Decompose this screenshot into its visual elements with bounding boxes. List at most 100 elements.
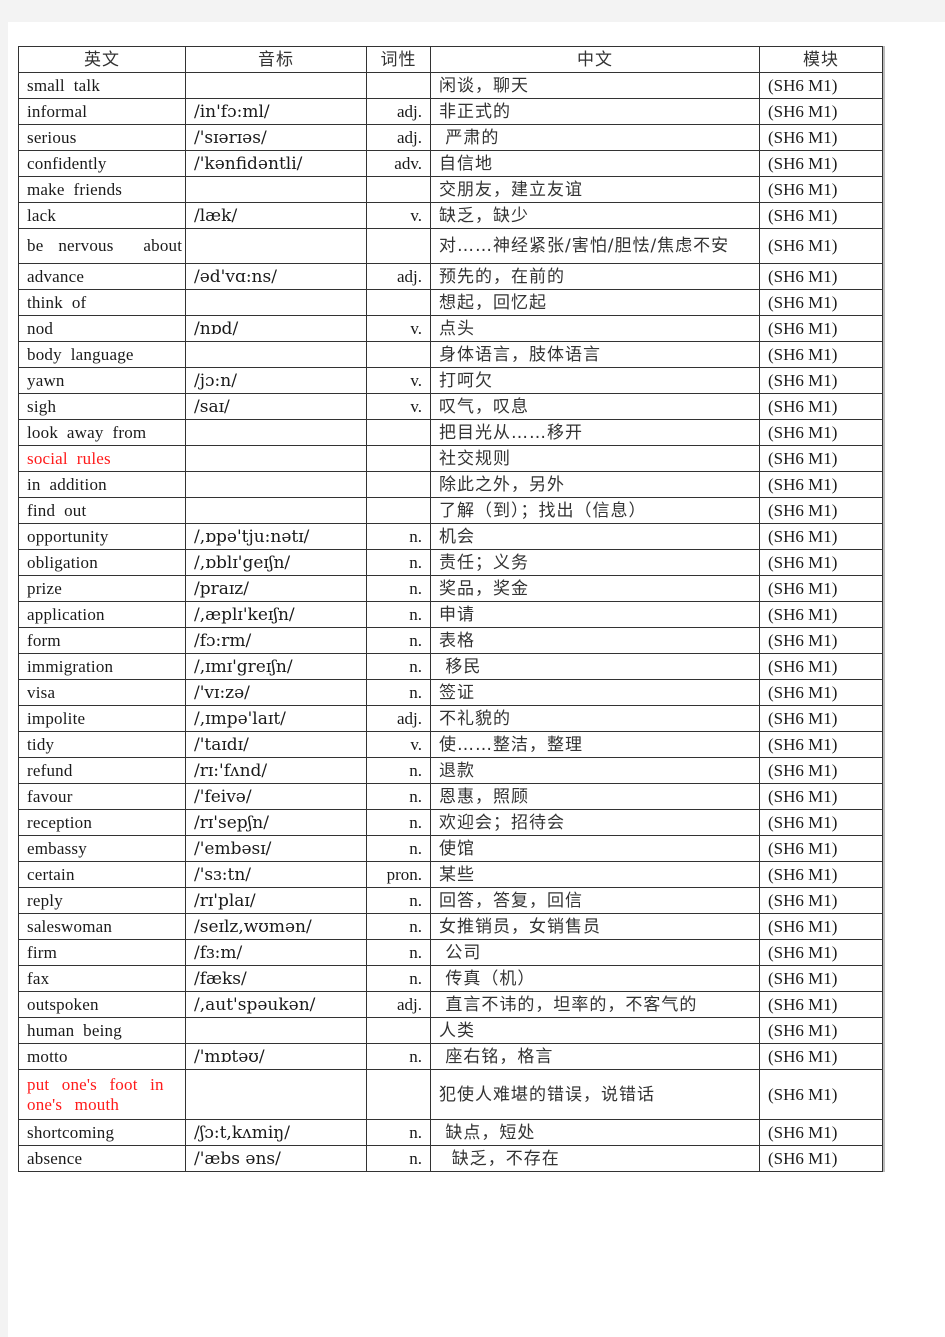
table-row: lack/læk/v. 缺乏，缺少 (SH6 M1) — [18, 202, 883, 229]
cell-phonetic: /fæks/ — [185, 965, 367, 992]
cell-phonetic: /rɪ:'fʌnd/ — [185, 757, 367, 784]
cell-phonetic — [185, 72, 367, 99]
cell-module: (SH6 M1) — [759, 731, 883, 758]
table-row: immigration/,ɪmɪ'greɪʃn/n. 移民 (SH6 M1) — [18, 653, 883, 680]
cell-module: (SH6 M1) — [759, 913, 883, 940]
cell-english: reception — [18, 809, 186, 836]
table-row: put one's foot in one's mouth 犯使人难堪的错误，说错… — [18, 1069, 883, 1120]
cell-phonetic: /,ɒblɪ'geɪʃn/ — [185, 549, 367, 576]
cell-english: put one's foot in one's mouth — [18, 1069, 186, 1120]
cell-part-of-speech: n. — [366, 809, 431, 836]
cell-phonetic — [185, 497, 367, 524]
cell-part-of-speech — [366, 497, 431, 524]
table-row: confidently/'kənfidəntli/adv. 自信地 (SH6 M1) — [18, 150, 883, 177]
cell-chinese: 女推销员，女销售员 — [430, 913, 760, 940]
cell-chinese: 闲谈，聊天 — [430, 72, 760, 99]
cell-chinese: 使……整洁，整理 — [430, 731, 760, 758]
table-row: yawn/jɔ:n/v. 打呵欠 (SH6 M1) — [18, 367, 883, 394]
table-row: prize/praɪz/n. 奖品，奖金 (SH6 M1) — [18, 575, 883, 602]
cell-chinese: 回答，答复，回信 — [430, 887, 760, 914]
table-row: saleswoman/seɪlz,wʊmən/n. 女推销员，女销售员 (SH6 M… — [18, 913, 883, 940]
cell-part-of-speech — [366, 341, 431, 368]
cell-module: (SH6 M1) — [759, 202, 883, 229]
cell-english: find out — [18, 497, 186, 524]
cell-phonetic: /praɪz/ — [185, 575, 367, 602]
cell-english: opportunity — [18, 523, 186, 550]
cell-english: shortcoming — [18, 1119, 186, 1146]
cell-english: fax — [18, 965, 186, 992]
cell-chinese: 把目光从……移开 — [430, 419, 760, 446]
cell-module: (SH6 M1) — [759, 601, 883, 628]
cell-part-of-speech — [366, 289, 431, 316]
cell-english: advance — [18, 263, 186, 290]
cell-part-of-speech: n. — [366, 783, 431, 810]
cell-module: (SH6 M1) — [759, 679, 883, 706]
document-page: 英文 音标 词性 中文 模块 small talk 闲谈，聊天 (SH6 M1) in… — [8, 22, 945, 1337]
cell-module: (SH6 M1) — [759, 98, 883, 125]
cell-module: (SH6 M1) — [759, 991, 883, 1018]
cell-part-of-speech: adj. — [366, 705, 431, 732]
cell-phonetic: /seɪlz,wʊmən/ — [185, 913, 367, 940]
cell-english: absence — [18, 1145, 186, 1172]
cell-part-of-speech: pron. — [366, 861, 431, 888]
cell-part-of-speech: v. — [366, 367, 431, 394]
cell-chinese: 除此之外，另外 — [430, 471, 760, 498]
cell-part-of-speech: n. — [366, 1119, 431, 1146]
cell-english: application — [18, 601, 186, 628]
cell-english: reply — [18, 887, 186, 914]
cell-module: (SH6 M1) — [759, 228, 883, 264]
cell-english: impolite — [18, 705, 186, 732]
cell-module: (SH6 M1) — [759, 445, 883, 472]
cell-chinese: 非正式的 — [430, 98, 760, 125]
cell-phonetic: /jɔ:n/ — [185, 367, 367, 394]
cell-part-of-speech: n. — [366, 913, 431, 940]
cell-phonetic: /,aut'spəukən/ — [185, 991, 367, 1018]
cell-english: visa — [18, 679, 186, 706]
table-row: advance/əd'vɑ:ns/adj. 预先的，在前的 (SH6 M1) — [18, 263, 883, 290]
cell-english: human being — [18, 1017, 186, 1044]
cell-phonetic — [185, 289, 367, 316]
cell-part-of-speech: adj. — [366, 263, 431, 290]
cell-chinese: 座右铭，格言 — [430, 1043, 760, 1070]
table-row: visa/'vɪ:zə/n. 签证 (SH6 M1) — [18, 679, 883, 706]
cell-phonetic: /in'fɔ:ml/ — [185, 98, 367, 125]
table-row: find out 了解（到）；找出（信息） (SH6 M1) — [18, 497, 883, 524]
cell-phonetic — [185, 419, 367, 446]
cell-phonetic: /fɜ:m/ — [185, 939, 367, 966]
cell-chinese: 打呵欠 — [430, 367, 760, 394]
cell-chinese: 叹气，叹息 — [430, 393, 760, 420]
table-row: fax/fæks/n. 传真（机） (SH6 M1) — [18, 965, 883, 992]
cell-part-of-speech: n. — [366, 887, 431, 914]
cell-chinese: 申请 — [430, 601, 760, 628]
header-english: 英文 — [18, 46, 186, 73]
header-part-of-speech: 词性 — [366, 46, 431, 73]
cell-english: informal — [18, 98, 186, 125]
cell-part-of-speech: v. — [366, 731, 431, 758]
cell-module: (SH6 M1) — [759, 1017, 883, 1044]
cell-english: make friends — [18, 176, 186, 203]
table-row: impolite/,ɪmpə'laɪt/adj. 不礼貌的 (SH6 M1) — [18, 705, 883, 732]
cell-module: (SH6 M1) — [759, 150, 883, 177]
cell-part-of-speech: v. — [366, 202, 431, 229]
cell-part-of-speech: n. — [366, 1043, 431, 1070]
cell-module: (SH6 M1) — [759, 783, 883, 810]
cell-part-of-speech — [366, 445, 431, 472]
cell-phonetic — [185, 1069, 367, 1120]
cell-chinese: 奖品，奖金 — [430, 575, 760, 602]
cell-english: confidently — [18, 150, 186, 177]
cell-part-of-speech: n. — [366, 965, 431, 992]
cell-phonetic: /,ɒpə'tju:nətɪ/ — [185, 523, 367, 550]
cell-part-of-speech: n. — [366, 679, 431, 706]
cell-part-of-speech — [366, 1017, 431, 1044]
table-row: small talk 闲谈，聊天 (SH6 M1) — [18, 72, 883, 99]
cell-phonetic: /'embəsɪ/ — [185, 835, 367, 862]
table-row: sigh/saɪ/v. 叹气，叹息 (SH6 M1) — [18, 393, 883, 420]
cell-english: look away from — [18, 419, 186, 446]
cell-english: nod — [18, 315, 186, 342]
table-row: in addition 除此之外，另外 (SH6 M1) — [18, 471, 883, 498]
cell-part-of-speech — [366, 1069, 431, 1120]
cell-english: refund — [18, 757, 186, 784]
table-row: obligation/,ɒblɪ'geɪʃn/n. 责任；义务 (SH6 M1) — [18, 549, 883, 576]
cell-phonetic: /nɒd/ — [185, 315, 367, 342]
cell-module: (SH6 M1) — [759, 367, 883, 394]
